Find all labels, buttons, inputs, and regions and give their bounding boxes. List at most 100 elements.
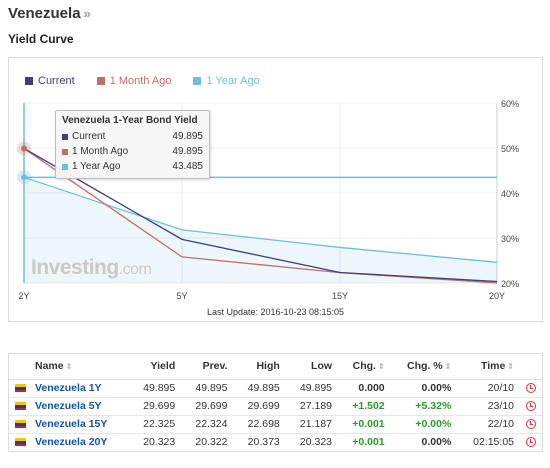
clock-icon: [526, 401, 536, 412]
venezuela-flag-icon: [15, 420, 26, 429]
header-yield[interactable]: Yield: [128, 354, 182, 380]
tooltip-title: Venezuela 1-Year Bond Yield: [62, 115, 198, 126]
bond-name-link[interactable]: Venezuela 15Y: [29, 415, 129, 434]
cell-yield: 20.323: [143, 436, 176, 449]
cell-chg-pct: +0.00%: [390, 415, 458, 434]
clock-icon: [526, 437, 536, 448]
tooltip-row-value: 43.485: [172, 161, 203, 172]
x-tick-label: 15Y: [332, 291, 348, 301]
tooltip-swatch: [62, 148, 68, 155]
section-title: Yield Curve: [8, 32, 74, 46]
cell-high: 29.699: [233, 397, 286, 416]
bond-name-link[interactable]: Venezuela 20Y: [29, 433, 129, 451]
header-time-label[interactable]: Time: [481, 360, 505, 372]
clock-cell: [520, 415, 542, 434]
chart-tooltip: Venezuela 1-Year Bond Yield Current 49.8…: [55, 110, 210, 179]
sort-icon[interactable]: ⇕: [378, 362, 385, 371]
watermark-brand: Investing: [31, 256, 119, 279]
cell-prev: 22.324: [181, 415, 234, 434]
cell-chg: +0.001: [352, 436, 385, 449]
table-row[interactable]: Venezuela 15Y 22.325 22.324 22.698 21.18…: [9, 415, 542, 434]
clock-cell: [520, 397, 542, 416]
header-clock: [520, 354, 542, 380]
x-tick-label: 2Y: [18, 291, 29, 301]
tooltip-row-1-month-ago: 1 Month Ago 49.895: [62, 144, 203, 159]
yields-table: Name ⇕ Yield Prev. High Low Chg. ⇕ Chg. % ⇕…: [9, 354, 542, 451]
cell-chg: 0.000: [338, 379, 391, 398]
cell-prev: 29.699: [181, 397, 234, 416]
header-time[interactable]: Time ⇕: [457, 354, 520, 380]
cell-prev: 49.895: [181, 379, 234, 398]
venezuela-flag-icon: [15, 402, 26, 411]
y-tick-label: 40%: [501, 189, 519, 199]
flag-cell: [9, 433, 29, 451]
last-update-text: Last Update: 2016-10-23 08:15:05: [206, 307, 345, 317]
table-header-row: Name ⇕ Yield Prev. High Low Chg. ⇕ Chg. % ⇕…: [9, 354, 542, 380]
cell-high: 49.895: [233, 379, 286, 398]
table-row[interactable]: Venezuela 1Y 49.895 49.895 49.895 49.895…: [9, 379, 542, 398]
clock-icon: [526, 419, 536, 430]
page-title[interactable]: Venezuela»: [8, 5, 91, 22]
header-name-label[interactable]: Name: [35, 360, 64, 372]
tooltip-row-1-year-ago: 1 Year Ago 43.485: [62, 159, 203, 174]
cell-high: 20.373: [247, 436, 280, 449]
cell-yield: 49.895: [128, 379, 182, 398]
clock-cell: [520, 433, 542, 451]
y-tick-label: 50%: [501, 144, 519, 154]
tooltip-row-name: 1 Year Ago: [72, 161, 121, 172]
flag-cell: [9, 379, 29, 398]
header-chg-pct[interactable]: Chg. % ⇕: [390, 354, 458, 380]
y-tick-label: 60%: [501, 99, 519, 109]
tooltip-row-current: Current 49.895: [62, 129, 203, 144]
clock-cell: [520, 379, 542, 398]
header-chg-label[interactable]: Chg.: [353, 360, 376, 372]
cell-chg-pct: 0.00%: [421, 436, 452, 449]
cell-chg: +0.001: [338, 415, 391, 434]
tooltip-row-name: Current: [72, 131, 106, 142]
venezuela-flag-icon: [15, 384, 26, 393]
cell-time: 22/10: [457, 415, 520, 434]
cell-chg: +1.502: [338, 397, 391, 416]
chart-plot[interactable]: 60% 50% 40% 30% 20% 2Y 5Y 15Y 20Y: [9, 58, 542, 321]
x-tick-label: 5Y: [176, 291, 187, 301]
cell-time: 23/10: [457, 397, 520, 416]
bond-name-link[interactable]: Venezuela 1Y: [29, 379, 129, 398]
bond-name-link[interactable]: Venezuela 5Y: [29, 397, 129, 416]
flag-cell: [9, 397, 29, 416]
table-row[interactable]: Venezuela 20Y 20.323 20.322 20.373 20.32…: [9, 433, 542, 451]
watermark-suffix: .com: [118, 261, 152, 278]
header-name[interactable]: Name ⇕: [29, 354, 129, 380]
cell-chg-pct: +5.32%: [390, 397, 458, 416]
chevron-right-icon[interactable]: »: [84, 6, 91, 21]
cell-low: 21.187: [285, 415, 339, 434]
cell-low: 49.895: [285, 379, 339, 398]
header-prev[interactable]: Prev.: [181, 354, 234, 380]
header-chg-pct-label[interactable]: Chg. %: [407, 360, 443, 372]
cell-low: 20.323: [299, 436, 333, 449]
tooltip-row-value: 49.895: [172, 146, 203, 157]
table-row[interactable]: Venezuela 5Y 29.699 29.699 29.699 27.189…: [9, 397, 542, 416]
cell-time: 20/10: [457, 379, 520, 398]
cell-prev: 20.322: [195, 436, 228, 449]
cell-yield: 22.325: [128, 415, 182, 434]
sort-icon[interactable]: ⇕: [445, 362, 452, 371]
cell-yield: 29.699: [128, 397, 182, 416]
page-title-text[interactable]: Venezuela: [8, 5, 81, 22]
header-chg[interactable]: Chg. ⇕: [338, 354, 391, 380]
tooltip-swatch: [62, 163, 68, 170]
sort-icon[interactable]: ⇕: [507, 362, 514, 371]
header-high[interactable]: High: [233, 354, 286, 380]
cell-chg-pct: 0.00%: [390, 379, 458, 398]
flag-cell: [9, 415, 29, 434]
tooltip-swatch: [62, 133, 68, 140]
tooltip-row-value: 49.895: [172, 131, 203, 142]
header-low[interactable]: Low: [285, 354, 339, 380]
cell-high: 22.698: [233, 415, 286, 434]
investing-watermark: Investing.com: [31, 256, 152, 280]
sort-icon[interactable]: ⇕: [66, 362, 73, 371]
hover-point-1-month-ago: [21, 145, 27, 152]
hover-point-1-year-ago: [21, 174, 27, 181]
cell-low: 27.189: [285, 397, 339, 416]
x-tick-label: 20Y: [489, 291, 505, 301]
y-tick-label: 20%: [501, 279, 519, 289]
